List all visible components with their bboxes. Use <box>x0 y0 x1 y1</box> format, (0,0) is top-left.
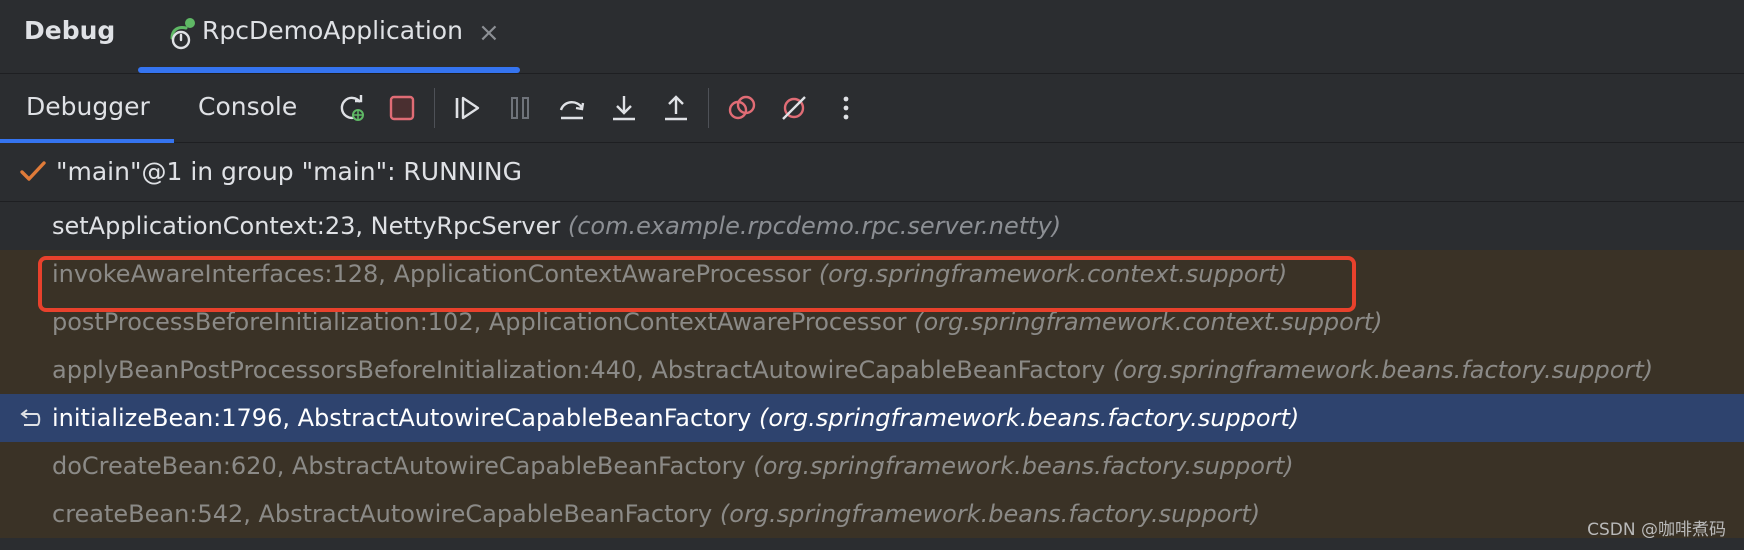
frame-method: applyBeanPostProcessorsBeforeInitializat… <box>52 356 1106 384</box>
view-breakpoints-icon[interactable] <box>722 88 762 128</box>
frame-package: (org.springframework.beans.factory.suppo… <box>753 452 1294 480</box>
frame-package: (org.springframework.beans.factory.suppo… <box>759 404 1300 432</box>
run-tab-label: RpcDemoApplication <box>202 16 463 45</box>
stack-frame[interactable]: setApplicationContext:23, NettyRpcServer… <box>0 202 1744 250</box>
checkmark-icon <box>18 157 48 187</box>
active-tab-indicator <box>138 67 520 73</box>
stack-frame-selected[interactable]: initializeBean:1796, AbstractAutowireCap… <box>0 394 1744 442</box>
thread-status: "main"@1 in group "main": RUNNING <box>56 157 522 186</box>
pause-program-icon[interactable] <box>500 88 540 128</box>
watermark: CSDN @咖啡煮码 <box>1587 520 1726 540</box>
step-into-icon[interactable] <box>604 88 644 128</box>
more-options-icon[interactable] <box>826 88 866 128</box>
tool-window-header: Debug RpcDemoApplication × <box>0 0 1744 74</box>
frame-package: (org.springframework.context.support) <box>914 308 1383 336</box>
stack-frame[interactable]: createBean:542, AbstractAutowireCapableB… <box>0 490 1744 538</box>
step-over-icon[interactable] <box>552 88 592 128</box>
spring-boot-run-icon <box>164 16 200 52</box>
return-arrow-icon <box>16 406 42 432</box>
frame-package: (org.springframework.beans.factory.suppo… <box>1112 356 1654 384</box>
stack-frame[interactable]: doCreateBean:620, AbstractAutowireCapabl… <box>0 442 1744 490</box>
frame-method: doCreateBean:620, AbstractAutowireCapabl… <box>52 452 746 480</box>
tab-console[interactable]: Console <box>198 92 297 121</box>
frame-method: initializeBean:1796, AbstractAutowireCap… <box>52 404 752 432</box>
debug-toolbar: Debugger Console <box>0 74 1744 143</box>
run-configuration-tab[interactable]: RpcDemoApplication × <box>138 0 520 73</box>
close-icon[interactable]: × <box>478 18 500 48</box>
frame-method: postProcessBeforeInitialization:102, App… <box>52 308 907 336</box>
frame-method: setApplicationContext:23, NettyRpcServer <box>52 212 561 240</box>
frame-package: (com.example.rpcdemo.rpc.server.netty) <box>567 212 1062 240</box>
rerun-debug-icon[interactable] <box>332 88 372 128</box>
annotation-highlight-box <box>38 256 1356 312</box>
step-out-icon[interactable] <box>656 88 696 128</box>
mute-breakpoints-icon[interactable] <box>774 88 814 128</box>
toolbar-separator <box>708 88 709 128</box>
frame-method: createBean:542, AbstractAutowireCapableB… <box>52 500 713 528</box>
tool-window-title: Debug <box>24 16 116 45</box>
frames-list: setApplicationContext:23, NettyRpcServer… <box>0 202 1744 550</box>
resume-program-icon[interactable] <box>448 88 488 128</box>
toolbar-separator <box>434 88 435 128</box>
stop-icon[interactable] <box>382 88 422 128</box>
stack-frame[interactable]: applyBeanPostProcessorsBeforeInitializat… <box>0 346 1744 394</box>
tab-debugger[interactable]: Debugger <box>26 92 150 121</box>
thread-selector[interactable]: "main"@1 in group "main": RUNNING <box>0 143 1744 202</box>
frame-package: (org.springframework.beans.factory.suppo… <box>719 500 1261 528</box>
